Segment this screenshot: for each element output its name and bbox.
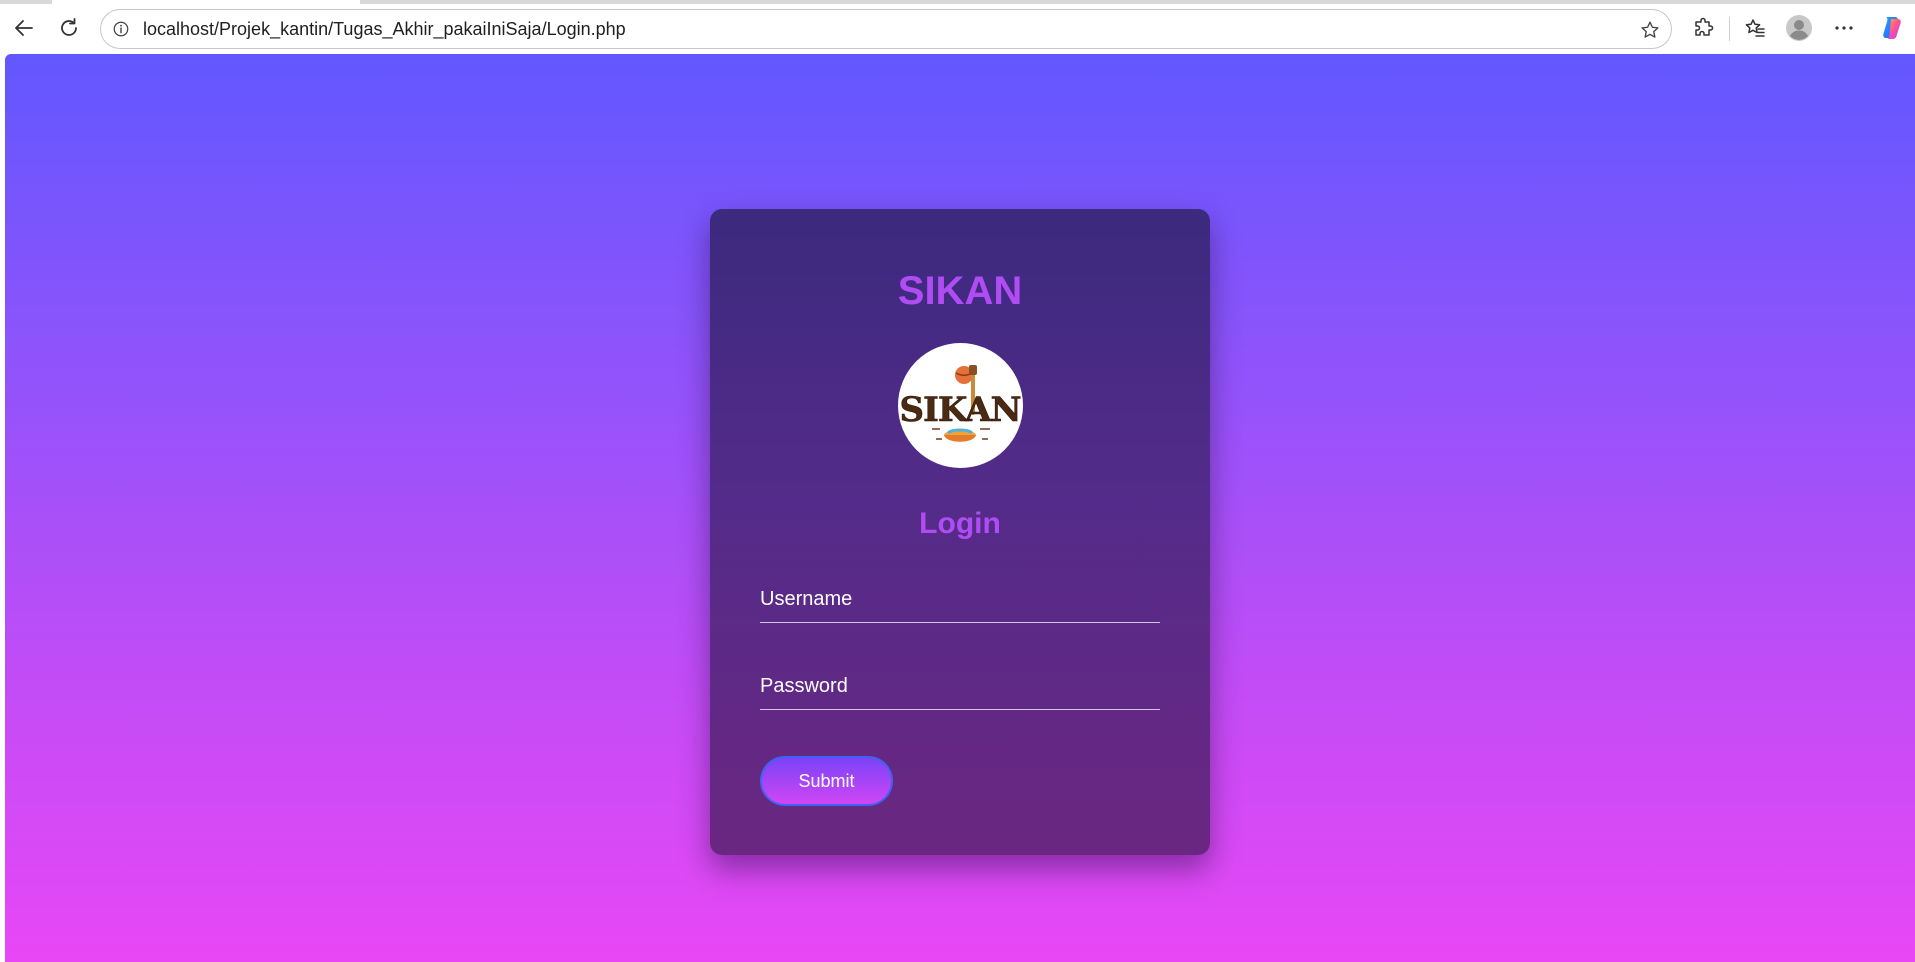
address-bar[interactable]: localhost/Projek_kantin/Tugas_Akhir_paka… xyxy=(100,9,1672,49)
profile-icon xyxy=(1786,15,1812,41)
extensions-button[interactable] xyxy=(1686,10,1722,46)
more-icon xyxy=(1835,26,1853,30)
logo: SIKAN xyxy=(898,343,1023,468)
submit-button[interactable]: Submit xyxy=(760,756,893,806)
url-text[interactable]: localhost/Projek_kantin/Tugas_Akhir_paka… xyxy=(143,19,626,40)
star-icon[interactable] xyxy=(1637,17,1663,43)
login-heading: Login xyxy=(919,507,1001,540)
favorites-icon xyxy=(1745,19,1765,37)
tab-strip xyxy=(0,0,360,4)
profile-button[interactable] xyxy=(1781,10,1817,46)
username-field[interactable] xyxy=(760,577,1160,623)
reload-icon xyxy=(61,18,77,36)
toolbar-separator xyxy=(1729,17,1730,41)
logo-text: SIKAN xyxy=(899,390,1020,430)
logo-image: SIKAN xyxy=(899,365,1022,442)
extensions-icon xyxy=(1695,17,1714,36)
tab-strip-right xyxy=(360,0,1915,4)
brand-title: SIKAN xyxy=(897,269,1023,313)
login-card: SIKAN SIKAN Login Username Submit xyxy=(710,209,1210,855)
info-icon[interactable] xyxy=(111,19,131,39)
copilot-icon xyxy=(1883,17,1901,39)
more-button[interactable] xyxy=(1826,10,1862,46)
reload-button[interactable] xyxy=(51,10,87,46)
browser-toolbar: localhost/Projek_kantin/Tugas_Akhir_paka… xyxy=(0,0,1915,56)
back-arrow-icon xyxy=(15,20,33,36)
back-button[interactable] xyxy=(6,10,42,46)
password-field[interactable] xyxy=(760,664,1160,710)
page-background: SIKAN SIKAN Login Username Submit xyxy=(5,54,1915,962)
copilot-button[interactable] xyxy=(1874,10,1910,46)
favorites-button[interactable] xyxy=(1737,10,1773,46)
